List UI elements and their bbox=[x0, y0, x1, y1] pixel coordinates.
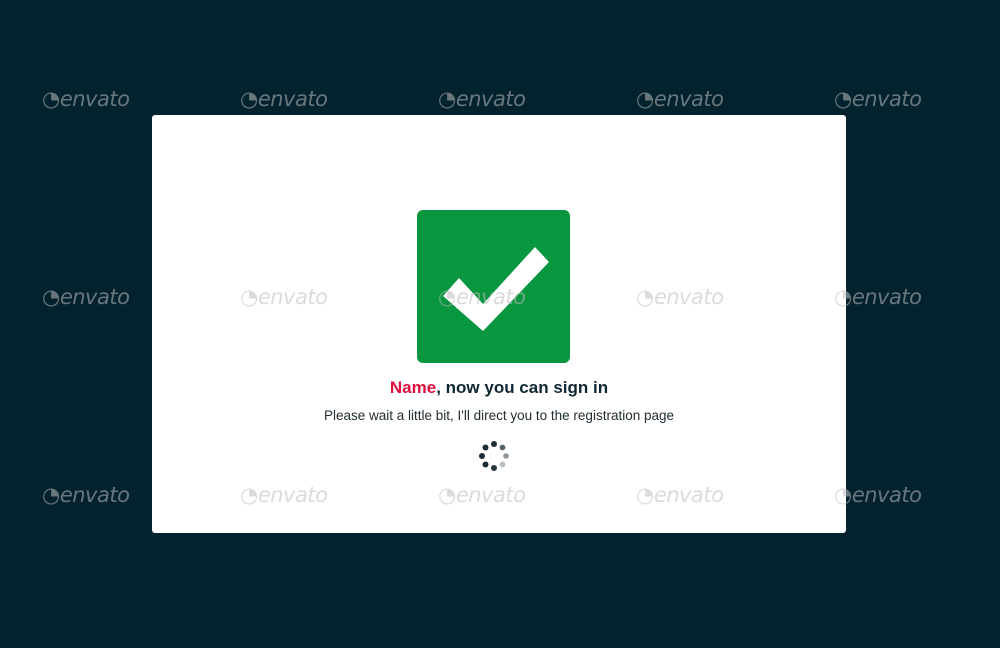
watermark: ◔envato bbox=[834, 483, 922, 507]
watermark: ◔envato bbox=[636, 87, 724, 111]
watermark: ◔envato bbox=[42, 87, 130, 111]
watermark: ◔envato bbox=[42, 285, 130, 309]
watermark: ◔envato bbox=[834, 285, 922, 309]
watermark: ◔envato bbox=[240, 87, 328, 111]
redirect-message: Please wait a little bit, I'll direct yo… bbox=[323, 408, 674, 423]
headline-message: , now you can sign in bbox=[436, 378, 609, 397]
success-dialog: Name, now you can sign in Please wait a … bbox=[152, 115, 846, 533]
success-headline: Name, now you can sign in bbox=[152, 378, 846, 398]
watermark: ◔envato bbox=[834, 87, 922, 111]
watermark: ◔envato bbox=[438, 87, 526, 111]
watermark: ◔envato bbox=[42, 483, 130, 507]
loading-spinner-icon bbox=[477, 439, 511, 473]
checkmark-icon bbox=[417, 210, 570, 363]
headline-name: Name bbox=[389, 378, 437, 397]
